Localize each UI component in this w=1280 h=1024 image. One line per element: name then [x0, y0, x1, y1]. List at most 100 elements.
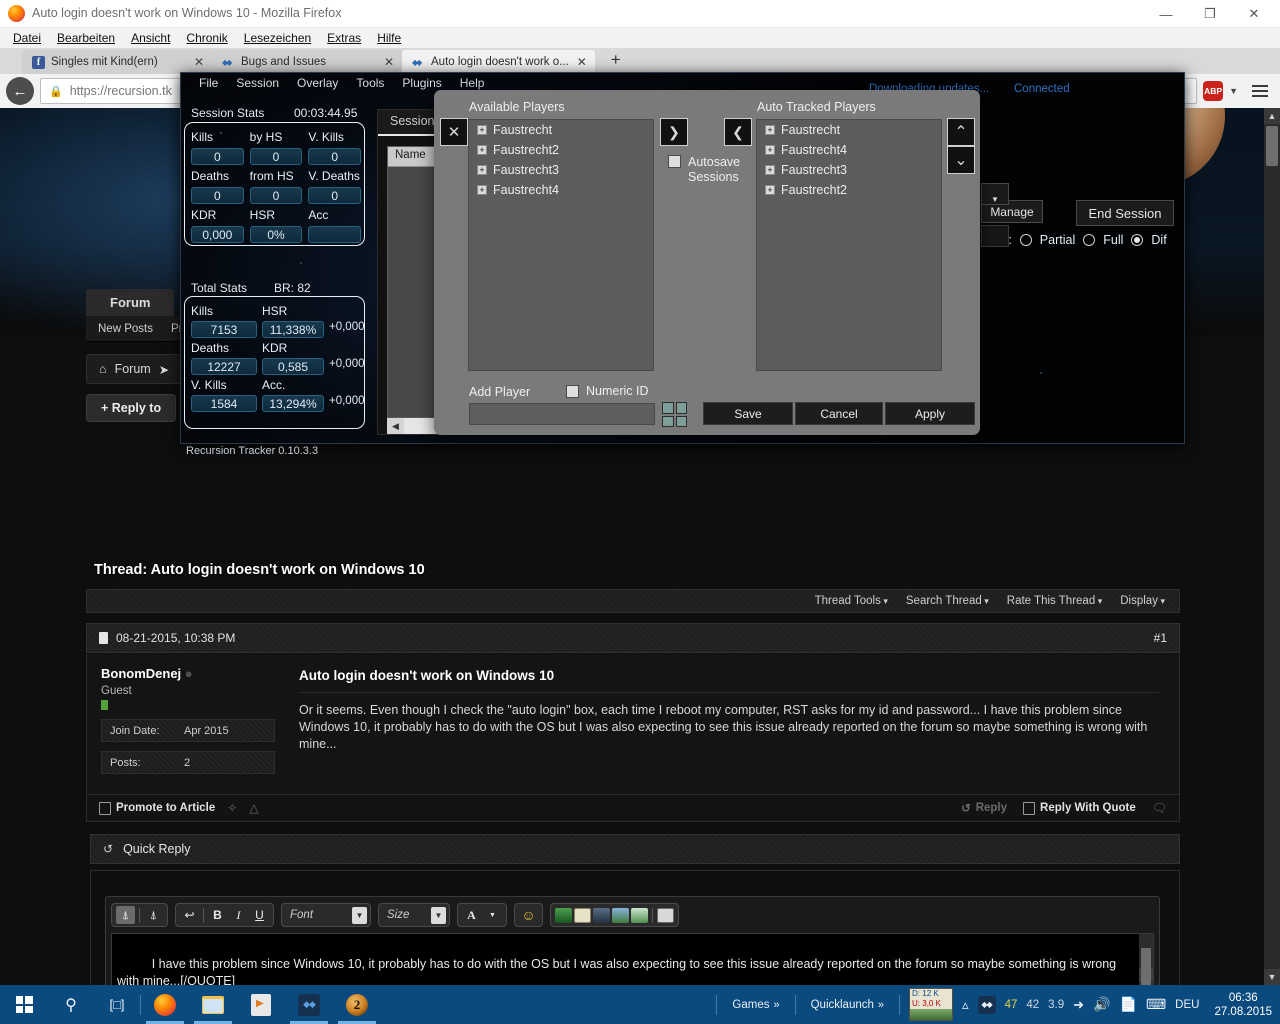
expand-icon[interactable]: +	[765, 125, 775, 135]
smilie-icon[interactable]: ☺	[519, 906, 538, 924]
tracked-players-list[interactable]: + Faustrecht + Faustrecht4 + Faustrecht3 + F…	[756, 119, 942, 371]
chevron-down-icon[interactable]: ▼	[1229, 86, 1238, 96]
list-item[interactable]: + Faustrecht2	[469, 140, 653, 160]
textarea-scrollbar[interactable]: ▲ ▼	[1139, 934, 1153, 985]
minimize-button[interactable]: —	[1144, 0, 1188, 28]
action-center-icon[interactable]: 📄	[1120, 996, 1137, 1013]
multiquote-icon[interactable]: 🗨	[1152, 801, 1167, 815]
page-scrollbar-thumb[interactable]	[1266, 126, 1278, 166]
promote-to-article-button[interactable]: Promote to Article	[99, 801, 215, 815]
reply-button[interactable]: ↺ Reply	[961, 801, 1007, 815]
tracker-menu-tools[interactable]: Tools	[348, 74, 392, 92]
adblock-plus-icon[interactable]: ABP	[1203, 81, 1224, 101]
chevron-down-icon[interactable]: ▼	[483, 906, 502, 924]
undo-icon[interactable]: ↩	[180, 906, 199, 924]
globe-icon[interactable]	[555, 907, 572, 923]
volume-icon[interactable]: 🔊	[1093, 996, 1110, 1013]
quote-icon[interactable]	[657, 907, 674, 923]
tray-value-1[interactable]: 47	[1005, 999, 1018, 1011]
chevron-right-icon[interactable]: »	[773, 999, 779, 1011]
nav-tab-forum[interactable]: Forum	[86, 289, 175, 316]
tray-value-2[interactable]: 42	[1026, 999, 1039, 1011]
start-button[interactable]	[0, 985, 48, 1024]
tray-value-3[interactable]: 3.9	[1048, 999, 1064, 1011]
menu-hamburger-icon[interactable]	[1252, 85, 1268, 97]
maximize-button[interactable]: ❐	[1188, 0, 1232, 28]
underline-button[interactable]: U	[250, 906, 269, 924]
page-scrollbar[interactable]: ▲ ▼	[1264, 108, 1280, 985]
italic-button[interactable]: I	[229, 906, 248, 924]
taskbar-media-player[interactable]	[237, 985, 285, 1024]
bold-button[interactable]: B	[208, 906, 227, 924]
numeric-id-option[interactable]: Numeric ID	[566, 384, 649, 398]
menu-ansicht[interactable]: Ansicht	[124, 30, 177, 46]
breadcrumb-item-forum[interactable]: Forum	[115, 362, 151, 376]
new-tab-button[interactable]: +	[603, 50, 629, 72]
taskbar-recursion-app[interactable]: 2	[333, 985, 381, 1024]
rate-this-thread-menu[interactable]: Rate This Thread	[1007, 595, 1102, 607]
taskbar-firefox[interactable]	[141, 985, 189, 1024]
page-scroll-down-icon[interactable]: ▼	[1264, 969, 1280, 985]
toolbar-games[interactable]: Games »	[726, 999, 785, 1011]
quick-reply-header[interactable]: ↺ Quick Reply	[90, 834, 1180, 864]
pin-icon[interactable]: ✧	[227, 801, 237, 815]
list-item[interactable]: + Faustrecht2	[757, 180, 941, 200]
autosave-checkbox[interactable]	[668, 155, 681, 168]
list-item[interactable]: + Faustrecht4	[469, 180, 653, 200]
scrollbar-thumb[interactable]	[1141, 948, 1151, 985]
taskbar-recursion-tracker[interactable]: ◆◆	[285, 985, 333, 1024]
warning-icon[interactable]: △	[249, 801, 258, 815]
back-button[interactable]: ←	[6, 77, 34, 105]
numeric-id-checkbox[interactable]	[566, 384, 579, 398]
tracker-menu-overlay[interactable]: Overlay	[289, 74, 346, 92]
image-icon[interactable]	[612, 907, 629, 923]
tracker-menu-session[interactable]: Session	[228, 74, 287, 92]
expand-icon[interactable]: +	[477, 125, 487, 135]
broken-link-icon[interactable]	[593, 907, 610, 923]
scroll-left-icon[interactable]: ◀	[387, 418, 404, 434]
move-up-button[interactable]: ⌃	[947, 118, 975, 146]
clock[interactable]: 06:36 27.08.2015	[1208, 991, 1272, 1019]
post-number[interactable]: #1	[1154, 631, 1167, 645]
expand-icon[interactable]: +	[765, 145, 775, 155]
link-new-posts[interactable]: New Posts	[98, 323, 153, 335]
video-icon[interactable]	[631, 907, 648, 923]
task-view-button[interactable]: [□]	[94, 985, 140, 1024]
tray-recursion-icon[interactable]: ◆◆	[977, 995, 996, 1014]
list-item[interactable]: + Faustrecht4	[757, 140, 941, 160]
language-indicator[interactable]: DEU	[1175, 999, 1199, 1011]
move-left-button[interactable]: ❮	[724, 118, 752, 146]
thread-tools-menu[interactable]: Thread Tools	[815, 595, 888, 607]
wysiwyg-on-icon[interactable]: ⍋	[116, 906, 135, 924]
page-scroll-up-icon[interactable]: ▲	[1264, 108, 1280, 124]
save-button[interactable]: Save	[703, 402, 793, 425]
network-monitor-widget[interactable]: D: 12 K U: 3,0 K	[909, 988, 954, 1021]
menu-chronik[interactable]: Chronik	[179, 30, 234, 46]
search-button[interactable]: ⚲	[48, 985, 94, 1024]
expand-icon[interactable]: +	[765, 185, 775, 195]
expand-icon[interactable]: +	[477, 145, 487, 155]
font-select[interactable]: Font ▼	[281, 903, 371, 927]
display-menu[interactable]: Display	[1120, 595, 1165, 607]
menu-hilfe[interactable]: Hilfe	[370, 30, 408, 46]
browser-tab-0[interactable]: f Singles mit Kind(ern) ✕	[22, 50, 212, 74]
quick-reply-textarea[interactable]: I have this problem since Windows 10, it…	[111, 933, 1154, 985]
list-item[interactable]: + Faustrecht	[469, 120, 653, 140]
search-thread-menu[interactable]: Search Thread	[906, 595, 989, 607]
menu-datei[interactable]: Datei	[6, 30, 48, 46]
menu-bearbeiten[interactable]: Bearbeiten	[50, 30, 122, 46]
font-color-button[interactable]: A	[462, 906, 481, 924]
list-item[interactable]: + Faustrecht3	[469, 160, 653, 180]
add-player-input[interactable]	[469, 403, 655, 425]
close-button[interactable]: ✕	[1232, 0, 1276, 28]
end-session-button[interactable]: End Session	[1076, 200, 1174, 226]
cursor-icon[interactable]: ➜	[1073, 997, 1084, 1013]
tray-expand-icon[interactable]: ▵	[962, 997, 969, 1013]
autosave-sessions-option[interactable]: Autosave Sessions	[668, 155, 740, 185]
size-select[interactable]: Size ▼	[378, 903, 450, 927]
cancel-button[interactable]: Cancel	[795, 402, 883, 425]
list-item[interactable]: + Faustrecht3	[757, 160, 941, 180]
radio-partial[interactable]	[1019, 234, 1032, 246]
apply-button[interactable]: Apply	[885, 402, 975, 425]
tab-close-icon[interactable]: ✕	[382, 55, 396, 69]
